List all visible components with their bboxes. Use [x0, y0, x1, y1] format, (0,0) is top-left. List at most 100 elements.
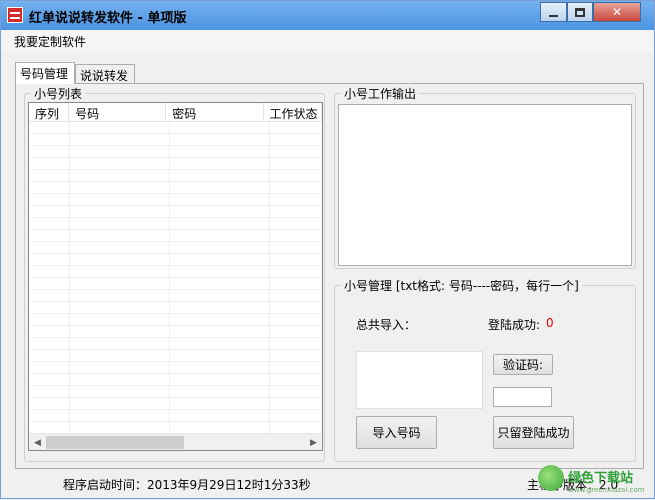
column-header-index[interactable]: 序列 — [29, 103, 70, 122]
minimize-icon — [549, 15, 558, 17]
table-cell — [170, 122, 270, 134]
table-cell — [29, 278, 70, 290]
close-button[interactable]: ✕ — [593, 2, 641, 22]
table-row[interactable] — [29, 170, 322, 182]
table-row[interactable] — [29, 374, 322, 386]
column-header-number[interactable]: 号码 — [69, 103, 167, 122]
menu-custom-software[interactable]: 我要定制软件 — [14, 33, 86, 50]
table-cell — [70, 398, 170, 410]
title-bar[interactable]: 红单说说转发软件 - 单项版 ✕ — [1, 1, 654, 30]
window-title: 红单说说转发软件 - 单项版 — [29, 11, 187, 26]
import-numbers-button[interactable]: 导入号码 — [356, 416, 437, 449]
table-cell — [270, 134, 322, 146]
table-cell — [70, 278, 170, 290]
account-manager-group: 小号管理 [txt格式: 号码----密码，每行一个] 总共导入： 登陆成功: … — [334, 277, 636, 462]
scroll-right-icon[interactable]: ▶ — [305, 435, 322, 450]
table-cell — [270, 206, 322, 218]
table-cell — [70, 242, 170, 254]
table-row[interactable] — [29, 338, 322, 350]
minimize-button[interactable] — [540, 2, 567, 22]
table-cell — [29, 242, 70, 254]
table-row[interactable] — [29, 314, 322, 326]
table-row[interactable] — [29, 242, 322, 254]
table-cell — [70, 158, 170, 170]
table-row[interactable] — [29, 254, 322, 266]
table-row[interactable] — [29, 278, 322, 290]
login-success-count: 0 — [546, 316, 554, 330]
column-header-status[interactable]: 工作状态 — [263, 103, 322, 122]
table-row[interactable] — [29, 134, 322, 146]
table-cell — [70, 182, 170, 194]
table-row[interactable] — [29, 218, 322, 230]
table-cell — [170, 194, 270, 206]
output-textbox[interactable] — [338, 104, 632, 266]
table-cell — [70, 410, 170, 422]
table-cell — [29, 182, 70, 194]
table-row[interactable] — [29, 326, 322, 338]
table-cell — [270, 410, 322, 422]
table-cell — [170, 314, 270, 326]
table-cell — [70, 374, 170, 386]
table-cell — [270, 230, 322, 242]
app-icon — [7, 7, 23, 23]
list-body — [29, 122, 322, 434]
table-cell — [29, 230, 70, 242]
table-cell — [170, 374, 270, 386]
table-cell — [170, 278, 270, 290]
table-cell — [170, 254, 270, 266]
maximize-button[interactable] — [567, 2, 593, 22]
table-cell — [70, 386, 170, 398]
tab-number-management[interactable]: 号码管理 — [15, 62, 75, 84]
table-cell — [270, 182, 322, 194]
table-cell — [29, 134, 70, 146]
table-row[interactable] — [29, 350, 322, 362]
table-row[interactable] — [29, 290, 322, 302]
table-cell — [29, 254, 70, 266]
table-cell — [270, 362, 322, 374]
table-cell — [270, 374, 322, 386]
maximize-icon — [575, 7, 585, 17]
scroll-thumb[interactable] — [46, 436, 184, 449]
table-row[interactable] — [29, 410, 322, 422]
horizontal-scrollbar[interactable]: ◀ ▶ — [29, 433, 322, 450]
table-row[interactable] — [29, 386, 322, 398]
table-cell — [170, 362, 270, 374]
table-cell — [70, 206, 170, 218]
table-row[interactable] — [29, 158, 322, 170]
table-cell — [270, 350, 322, 362]
list-header: 序列 号码 密码 工作状态 — [29, 103, 322, 122]
column-header-password[interactable]: 密码 — [166, 103, 264, 122]
table-cell — [170, 398, 270, 410]
table-row[interactable] — [29, 146, 322, 158]
app-window: 红单说说转发软件 - 单项版 ✕ 我要定制软件 号码管理 说说转发 小号列表 序… — [0, 0, 655, 499]
table-row[interactable] — [29, 398, 322, 410]
captcha-input[interactable] — [493, 387, 552, 407]
table-row[interactable] — [29, 230, 322, 242]
scroll-left-icon[interactable]: ◀ — [29, 435, 46, 450]
table-row[interactable] — [29, 122, 322, 134]
output-group: 小号工作输出 — [334, 85, 636, 269]
table-row[interactable] — [29, 206, 322, 218]
table-row[interactable] — [29, 266, 322, 278]
table-cell — [270, 158, 322, 170]
tab-forward-posts[interactable]: 说说转发 — [75, 64, 135, 83]
table-cell — [270, 302, 322, 314]
table-cell — [70, 194, 170, 206]
table-cell — [29, 374, 70, 386]
login-success-label: 登陆成功: — [488, 318, 541, 332]
table-cell — [270, 290, 322, 302]
account-list[interactable]: 序列 号码 密码 工作状态 ◀ ▶ — [28, 102, 323, 451]
tab-panel: 小号列表 序列 号码 密码 工作状态 ◀ ▶ 小号工作输出 小号管理 [txt格… — [15, 83, 644, 469]
table-row[interactable] — [29, 302, 322, 314]
table-cell — [29, 410, 70, 422]
table-row[interactable] — [29, 194, 322, 206]
captcha-label-button[interactable]: 验证码: — [493, 354, 553, 375]
table-row[interactable] — [29, 182, 322, 194]
table-cell — [70, 146, 170, 158]
table-cell — [270, 242, 322, 254]
watermark-logo: 绿色下载站 www.greenxiazai.com — [538, 463, 655, 500]
table-row[interactable] — [29, 362, 322, 374]
keep-success-button[interactable]: 只留登陆成功 — [493, 416, 574, 449]
table-cell — [29, 302, 70, 314]
table-cell — [270, 338, 322, 350]
